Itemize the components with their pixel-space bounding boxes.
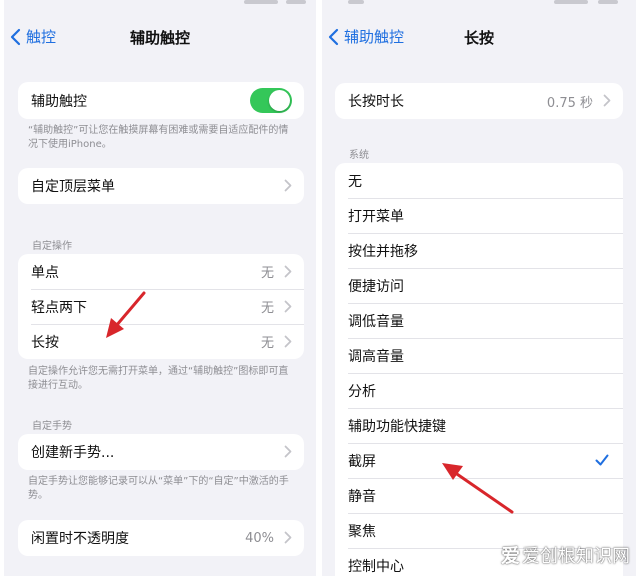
gestures-card: 创建新手势... [18,434,304,470]
custom-actions-header: 自定操作 [32,241,72,252]
action-row-double-tap[interactable]: 轻点两下 无 [18,289,304,324]
chevron-right-icon [284,265,292,278]
nav-bar: 触控 辅助触控 [4,20,316,54]
assistive-touch-label: 辅助触控 [31,93,87,110]
status-bar [322,0,636,8]
option-label: 调高音量 [348,348,404,365]
action-value: 无 [260,336,274,351]
option-row-selected[interactable]: 截屏 [335,443,623,478]
option-row[interactable]: 便捷访问 [335,268,623,303]
idle-opacity-label: 闲置时不透明度 [31,531,129,547]
option-label: 无 [348,173,362,190]
option-row[interactable]: 调低音量 [335,303,623,338]
option-label: 调低音量 [348,313,404,330]
option-row[interactable]: 打开菜单 [335,198,623,233]
left-panel: 触控 辅助触控 辅助触控 “辅助触控”可让您在触摸屏幕有困难或需要自适应配件的情… [4,0,316,576]
duration-value: 0.75 秒 [546,95,593,111]
action-label: 轻点两下 [31,299,87,316]
option-label: 截屏 [348,453,376,470]
action-value: 无 [260,301,274,316]
chevron-right-icon [284,179,292,192]
action-value: 无 [260,266,274,281]
top-menu-card: 自定顶层菜单 [18,168,304,204]
option-label: 分析 [348,383,376,400]
back-label: 辅助触控 [344,28,405,46]
assistive-touch-card: 辅助触控 [18,82,304,119]
gestures-note: 自定手势让您能够记录可以从“菜单”下的“自定”中激活的手势。 [28,476,289,501]
back-button[interactable]: 触控 [10,26,56,47]
chevron-right-icon [284,300,292,313]
chevron-right-icon [284,531,292,544]
chevron-left-icon [328,28,339,45]
idle-opacity-row[interactable]: 闲置时不透明度 40% [18,520,304,556]
option-row[interactable]: 辅助功能快捷键 [335,408,623,443]
option-row[interactable]: 按住并拖移 [335,233,623,268]
action-label: 长按 [31,334,59,351]
chevron-right-icon [284,445,292,458]
option-label: 按住并拖移 [348,243,418,260]
option-label: 控制中心 [348,558,404,575]
chevron-right-icon [284,335,292,348]
back-label: 触控 [26,28,57,46]
watermark: 爱 爱创根知识网 [501,541,630,568]
nav-bar: 辅助触控 长按 [322,20,636,54]
custom-gestures-header: 自定手势 [32,421,72,432]
new-gesture-label: 创建新手势... [31,445,115,461]
option-label: 便捷访问 [348,278,404,295]
chevron-left-icon [10,28,21,45]
custom-actions-card: 单点 无 轻点两下 无 长按 无 [18,254,304,359]
checkmark-icon [595,454,609,466]
watermark-logo: 爱 [500,545,520,567]
system-options-card: 无 打开菜单 按住并拖移 便捷访问 调低音量 调高音量 分析 辅助功能快捷键 截… [335,163,623,576]
duration-label: 长按时长 [348,94,404,110]
back-button[interactable]: 辅助触控 [328,26,404,47]
status-bar [4,0,316,8]
option-row[interactable]: 调高音量 [335,338,623,373]
option-row[interactable]: 静音 [335,478,623,513]
idle-opacity-value: 40% [245,530,274,546]
assistive-touch-note: “辅助触控”可让您在触摸屏幕有困难或需要自适应配件的情况下使用iPhone。 [28,125,289,150]
option-label: 静音 [348,488,376,505]
duration-row[interactable]: 长按时长 0.75 秒 [335,83,623,119]
option-label: 聚焦 [348,523,376,540]
actions-note: 自定操作允许您无需打开菜单，通过“辅助触控”图标即可直接进行互动。 [28,366,289,391]
assistive-touch-row: 辅助触控 [18,82,304,119]
duration-card: 长按时长 0.75 秒 [335,83,623,119]
assistive-touch-toggle[interactable] [250,88,292,113]
option-label: 打开菜单 [348,208,404,225]
action-label: 单点 [31,264,59,281]
action-row-single-tap[interactable]: 单点 无 [18,254,304,289]
chevron-right-icon [603,94,611,107]
option-row[interactable]: 分析 [335,373,623,408]
top-menu-label: 自定顶层菜单 [31,179,115,195]
top-menu-row[interactable]: 自定顶层菜单 [18,168,304,204]
option-label: 辅助功能快捷键 [348,418,446,435]
right-panel: 辅助触控 长按 长按时长 0.75 秒 系统 无 打开菜单 按住并拖移 便捷访问… [322,0,636,576]
new-gesture-row[interactable]: 创建新手势... [18,434,304,470]
system-header: 系统 [349,150,369,161]
action-row-long-press[interactable]: 长按 无 [18,324,304,359]
option-row[interactable]: 无 [335,163,623,198]
idle-opacity-card: 闲置时不透明度 40% [18,520,304,556]
toggle-knob [269,90,290,111]
watermark-text: 爱创根知识网 [522,545,630,567]
